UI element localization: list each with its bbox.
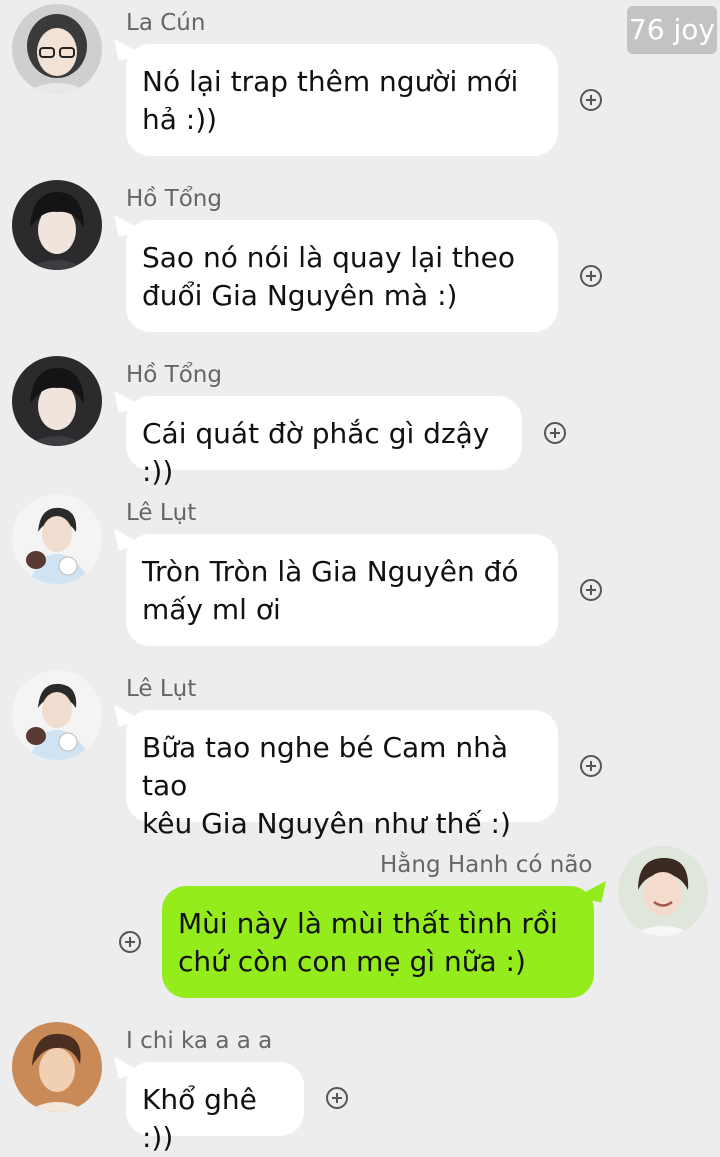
message-bubble[interactable]: Cái quát đờ phắc gì dzậy :)) — [126, 396, 522, 488]
message-line: mấy ml ơi — [142, 593, 281, 626]
avatar[interactable] — [618, 846, 708, 936]
add-reaction-icon[interactable] — [326, 1087, 348, 1109]
message-line: Mùi này là mùi thất tình rồi — [178, 907, 558, 940]
message-line: chứ còn con mẹ gì nữa :) — [178, 945, 526, 978]
message-bubble[interactable]: Khổ ghê :)) — [126, 1062, 304, 1154]
add-reaction-icon[interactable] — [119, 931, 141, 953]
message-line: Bữa tao nghe bé Cam nhà tao — [142, 731, 509, 802]
avatar[interactable] — [12, 670, 102, 760]
avatar[interactable] — [12, 1022, 102, 1112]
warm-tone-boy-avatar-icon — [12, 1022, 102, 1112]
add-reaction-icon[interactable] — [580, 265, 602, 287]
sender-name: Hằng Hanh có não — [380, 852, 593, 878]
message-line: hả :)) — [142, 103, 218, 136]
add-reaction-icon[interactable] — [580, 755, 602, 777]
boy-with-plush-avatar-icon — [12, 494, 102, 584]
sender-name: La Cún — [126, 10, 206, 36]
boy-with-plush-avatar-icon — [12, 670, 102, 760]
avatar[interactable] — [12, 180, 102, 270]
sender-name: Hồ Tổng — [126, 186, 222, 212]
message-line: Nó lại trap thêm người mới — [142, 65, 519, 98]
add-reaction-icon[interactable] — [580, 89, 602, 111]
message-bubble[interactable]: Nó lại trap thêm người mới hả :)) — [126, 44, 558, 156]
sender-name: Hồ Tổng — [126, 362, 222, 388]
avatar[interactable] — [12, 4, 102, 94]
add-reaction-icon[interactable] — [544, 422, 566, 444]
message-line: đuổi Gia Nguyên mà :) — [142, 279, 458, 312]
girl-glasses-avatar-icon — [12, 4, 102, 94]
avatar[interactable] — [12, 494, 102, 584]
sender-name: Lê Lụt — [126, 500, 197, 526]
message-bubble[interactable]: Sao nó nói là quay lại theo đuổi Gia Ngu… — [126, 220, 558, 332]
avatar[interactable] — [12, 356, 102, 446]
sender-name: Lê Lụt — [126, 676, 197, 702]
watermark: 76 joy — [627, 6, 717, 54]
message-line: Sao nó nói là quay lại theo — [142, 241, 515, 274]
message-bubble[interactable]: Tròn Tròn là Gia Nguyên đó mấy ml ơi — [126, 534, 558, 646]
message-line: Cái quát đờ phắc gì dzậy :)) — [142, 417, 490, 488]
add-reaction-icon[interactable] — [580, 579, 602, 601]
message-line: kêu Gia Nguyên như thế :) — [142, 807, 511, 840]
smiling-boy-avatar-icon — [618, 846, 708, 936]
message-bubble[interactable]: Mùi này là mùi thất tình rồi chứ còn con… — [162, 886, 594, 998]
message-bubble[interactable]: Bữa tao nghe bé Cam nhà tao kêu Gia Nguy… — [126, 710, 558, 840]
message-line: Khổ ghê :)) — [142, 1083, 257, 1154]
dark-hair-boy-avatar-icon — [12, 180, 102, 270]
dark-hair-boy-avatar-icon — [12, 356, 102, 446]
message-line: Tròn Tròn là Gia Nguyên đó — [142, 555, 519, 588]
sender-name: I chi ka a a a — [126, 1028, 273, 1054]
